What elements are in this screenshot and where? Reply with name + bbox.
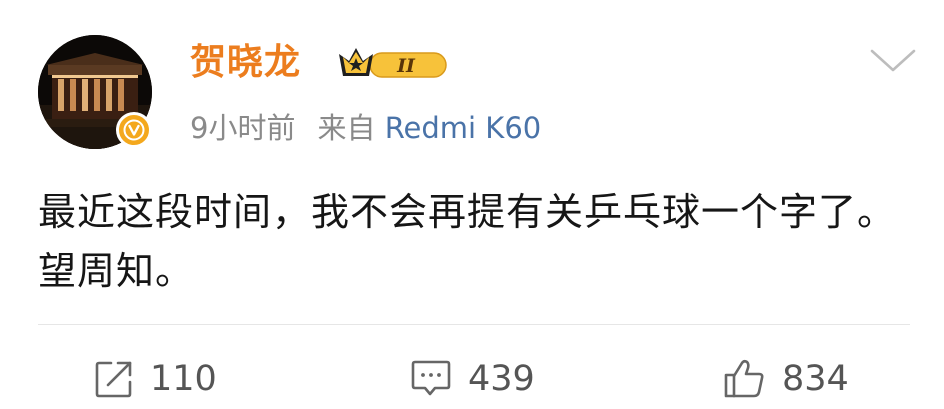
comment-count: 439 <box>468 359 535 399</box>
source-device-link[interactable]: Redmi K60 <box>385 111 542 145</box>
like-count: 834 <box>782 359 849 399</box>
author-name[interactable]: 贺晓龙 <box>190 40 301 86</box>
thumbs-up-icon <box>724 359 764 398</box>
repost-button[interactable]: 110 <box>92 352 217 406</box>
divider <box>38 324 910 325</box>
repost-count: 110 <box>150 359 217 399</box>
comment-icon <box>411 360 451 396</box>
chevron-down-icon[interactable] <box>868 45 918 75</box>
like-button[interactable]: 834 <box>722 352 849 406</box>
source-prefix: 来自 <box>317 111 376 145</box>
post-time: 9小时前 <box>190 111 296 145</box>
verified-icon <box>116 112 152 148</box>
post-text: 最近这段时间，我不会再提有关乒乓球一个字了。望周知。 <box>38 190 897 293</box>
repost-icon <box>95 361 132 398</box>
crown-vip-badge-icon[interactable]: II <box>336 44 454 84</box>
post-meta: 9小时前 来自 Redmi K60 <box>190 108 541 148</box>
vip-badge-level: II <box>396 55 416 77</box>
comment-button[interactable]: 439 <box>408 352 535 406</box>
